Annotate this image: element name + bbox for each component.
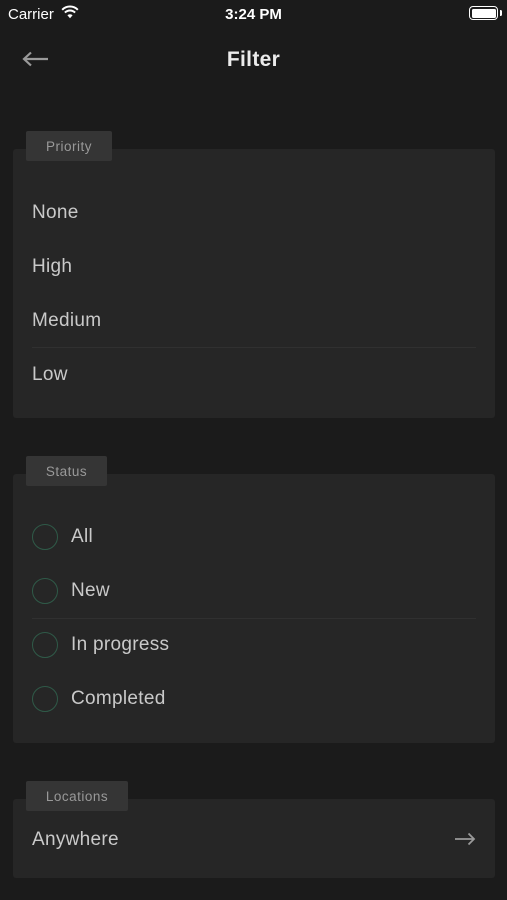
priority-section: Priority None High Medium Low [13, 131, 495, 419]
radio-button[interactable] [32, 686, 58, 712]
priority-option-high[interactable]: High [32, 240, 476, 294]
status-option-in-progress[interactable]: In progress [32, 618, 476, 672]
status-option-label: New [71, 580, 110, 601]
priority-tag: Priority [26, 131, 112, 161]
page-title: Filter [226, 48, 281, 71]
priority-option-medium[interactable]: Medium [32, 294, 476, 348]
status-tag: Status [26, 456, 107, 486]
priority-option-label: None [32, 202, 79, 223]
status-option-all[interactable]: All [32, 510, 476, 564]
priority-option-low[interactable]: Low [32, 348, 476, 402]
status-bar: Carrier 3:24 PM [0, 0, 507, 28]
battery-icon [469, 6, 498, 20]
status-option-completed[interactable]: Completed [32, 672, 476, 726]
locations-section: Locations Anywhere [13, 781, 495, 879]
radio-button[interactable] [32, 632, 58, 658]
radio-button[interactable] [32, 578, 58, 604]
priority-option-none[interactable]: None [32, 186, 476, 240]
locations-row[interactable]: Anywhere [32, 813, 476, 867]
locations-value: Anywhere [32, 829, 119, 850]
status-card: All New In progress Completed [13, 474, 495, 743]
priority-card: None High Medium Low [13, 149, 495, 418]
status-option-label: Completed [71, 688, 166, 709]
priority-option-label: Medium [32, 310, 102, 331]
status-option-new[interactable]: New [32, 564, 476, 618]
status-section: Status All New In progress Completed [13, 456, 495, 744]
battery-tip [499, 10, 502, 16]
locations-tag: Locations [26, 781, 128, 811]
priority-option-label: High [32, 256, 73, 277]
radio-button[interactable] [32, 524, 58, 550]
priority-option-label: Low [32, 364, 68, 385]
arrow-right-icon[interactable] [454, 832, 476, 846]
status-option-label: In progress [71, 634, 170, 655]
clock: 3:24 PM [225, 6, 282, 23]
nav-bar: Filter [0, 28, 507, 94]
status-option-label: All [71, 526, 94, 547]
